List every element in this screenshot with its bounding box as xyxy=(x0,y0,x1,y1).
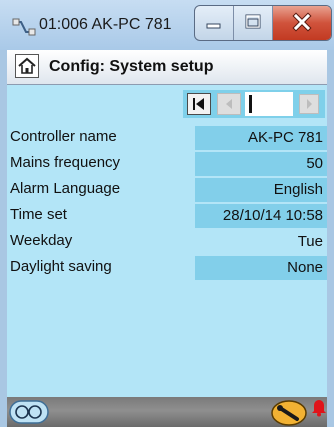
setting-row-mains-frequency: Mains frequency 50 xyxy=(7,152,327,176)
setting-value-field[interactable]: AK-PC 781 xyxy=(195,126,327,150)
alarm-button[interactable] xyxy=(311,397,327,417)
setting-label: Mains frequency xyxy=(10,154,121,171)
wrench-icon xyxy=(271,400,307,426)
minimize-button[interactable] xyxy=(195,6,234,40)
home-icon xyxy=(15,54,39,78)
app-window: 01:006 AK-PC 781 Config: System setup Co… xyxy=(0,0,334,427)
alarm-bell-icon xyxy=(312,400,326,417)
page-title: Config: System setup xyxy=(49,58,214,75)
window-controls xyxy=(194,5,332,41)
glasses-icon xyxy=(9,400,49,424)
setting-label: Weekday xyxy=(10,232,73,249)
setting-value-readonly: Tue xyxy=(297,233,323,250)
network-cable-icon xyxy=(12,17,36,37)
setting-value-field[interactable]: English xyxy=(195,178,327,202)
setting-label: Alarm Language xyxy=(10,180,121,197)
setting-value-field[interactable]: None xyxy=(195,256,327,280)
home-button[interactable] xyxy=(15,54,39,78)
setting-value-field[interactable]: 50 xyxy=(195,152,327,176)
view-button[interactable] xyxy=(9,400,49,424)
page-slider-handle[interactable] xyxy=(249,95,252,113)
close-button[interactable] xyxy=(273,6,331,40)
window-title: 01:006 AK-PC 781 xyxy=(39,16,172,33)
minimize-icon xyxy=(206,23,221,29)
first-page-icon xyxy=(193,98,204,110)
next-page-icon xyxy=(307,99,312,109)
client-area: Config: System setup Controller name AK-… xyxy=(7,50,327,427)
maximize-button[interactable] xyxy=(234,6,273,40)
setting-row-time-set: Time set 28/10/14 10:58 xyxy=(7,204,327,228)
setting-row-controller-name: Controller name AK-PC 781 xyxy=(7,126,327,150)
footer-toolbar xyxy=(7,397,327,427)
maximize-icon xyxy=(245,14,261,29)
close-icon xyxy=(292,12,312,32)
next-page-button[interactable] xyxy=(299,94,319,114)
setting-row-alarm-language: Alarm Language English xyxy=(7,178,327,202)
previous-page-icon xyxy=(226,99,232,109)
service-button[interactable] xyxy=(271,399,307,427)
page-navigation xyxy=(183,90,325,118)
setting-value-field[interactable]: 28/10/14 10:58 xyxy=(195,204,327,228)
setting-row-weekday: Weekday Tue xyxy=(7,230,327,254)
first-page-button[interactable] xyxy=(187,93,211,115)
setting-label: Controller name xyxy=(10,128,117,145)
settings-panel: Controller name AK-PC 781 Mains frequenc… xyxy=(7,85,327,397)
setting-row-daylight-saving: Daylight saving None xyxy=(7,256,327,280)
previous-page-button[interactable] xyxy=(217,93,241,115)
title-bar: 01:006 AK-PC 781 xyxy=(0,0,334,50)
setting-label: Daylight saving xyxy=(10,258,112,275)
page-header: Config: System setup xyxy=(7,50,327,85)
setting-label: Time set xyxy=(10,206,67,223)
page-slider[interactable] xyxy=(245,92,293,116)
